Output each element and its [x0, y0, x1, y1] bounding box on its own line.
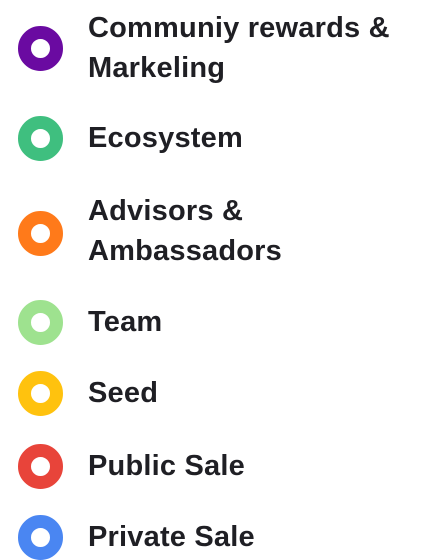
legend-swatch-ring	[18, 515, 63, 560]
legend-label: Ecosystem	[88, 122, 243, 154]
legend-label: Communiy rewards & Markeling	[88, 12, 390, 84]
legend-item-community-rewards: Communiy rewards & Markeling	[18, 8, 423, 88]
legend-label: Advisors & Ambassadors	[88, 195, 282, 267]
legend-label: Seed	[88, 377, 159, 409]
legend-item-seed: Seed	[18, 371, 423, 416]
legend-item-team: Team	[18, 300, 423, 345]
legend-item-advisors: Advisors & Ambassadors	[18, 191, 423, 271]
legend-swatch-ring	[18, 444, 63, 489]
legend-swatch-ring	[18, 371, 63, 416]
legend-label: Team	[88, 306, 163, 338]
legend-swatch-ring	[18, 211, 63, 256]
legend-item-public-sale: Public Sale	[18, 444, 423, 489]
legend-label: Private Sale	[88, 521, 255, 553]
legend-label: Public Sale	[88, 450, 245, 482]
legend-swatch-ring	[18, 116, 63, 161]
legend-swatch-ring	[18, 300, 63, 345]
legend-swatch-ring	[18, 26, 63, 71]
chart-legend: Communiy rewards & Markeling Ecosystem A…	[0, 0, 429, 560]
legend-item-ecosystem: Ecosystem	[18, 116, 423, 161]
legend-item-private-sale: Private Sale	[18, 515, 423, 560]
